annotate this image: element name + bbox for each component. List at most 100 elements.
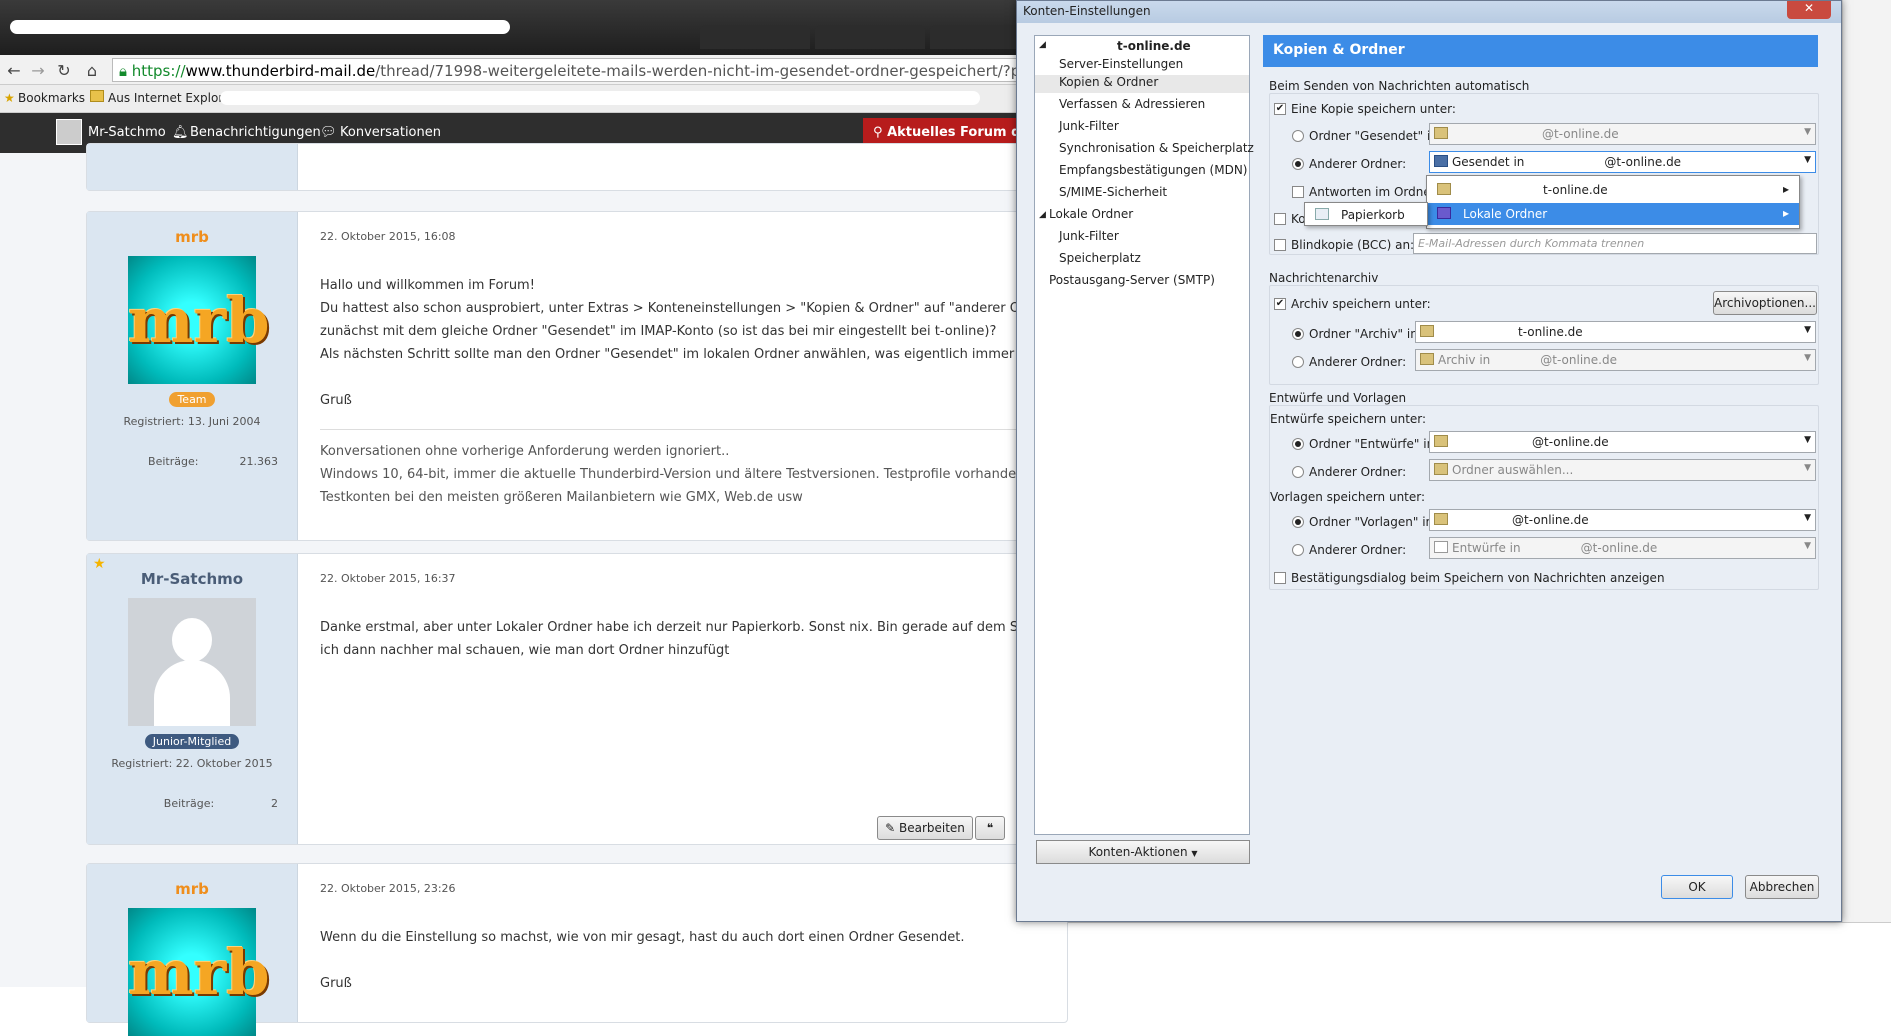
bcc-checkbox[interactable] xyxy=(1274,239,1286,251)
section-title-drafts: Entwürfe und Vorlagen xyxy=(1269,391,1407,405)
tree-item-junk[interactable]: Junk-Filter xyxy=(1059,119,1119,133)
chat-icon[interactable]: 💬︎ xyxy=(320,125,337,140)
tree-item-copies-folders[interactable]: Kopien & Ordner xyxy=(1035,75,1249,93)
address-bar[interactable]: 🔒︎ https://www.thunderbird-mail.de/threa… xyxy=(112,58,1032,82)
archive-checkbox[interactable]: ✔ xyxy=(1274,298,1286,310)
edit-button[interactable]: ✎ Bearbeiten xyxy=(877,816,973,840)
drafts-folder-radio[interactable] xyxy=(1292,438,1304,450)
drafts-other-dropdown[interactable]: Ordner auswählen... ▼ xyxy=(1429,459,1816,481)
other-folder-value: Gesendet in xyxy=(1452,155,1525,169)
tree-item-smtp[interactable]: Postausgang-Server (SMTP) xyxy=(1049,273,1215,287)
templates-other-dropdown[interactable]: Entwürfe in @t-online.de ▼ xyxy=(1429,537,1816,559)
post-date[interactable]: 22. Oktober 2015, 23:26 xyxy=(320,882,456,895)
archive-other-label: Anderer Ordner: xyxy=(1309,355,1407,369)
post-line: Du hattest also schon ausprobiert, unter… xyxy=(320,301,1117,316)
drafts-folder-dropdown[interactable]: @t-online.de ▼ xyxy=(1429,431,1816,453)
registered-date: Registriert: 22. Oktober 2015 xyxy=(111,757,273,770)
menu-item-account[interactable]: t-online.de ▸ xyxy=(1427,179,1799,201)
folder-icon xyxy=(1420,353,1434,365)
menu-item-local-label: Lokale Ordner xyxy=(1463,207,1548,221)
sent-folder-dropdown[interactable]: @t-online.de ▼ xyxy=(1429,123,1816,145)
other-folder-radio[interactable] xyxy=(1292,158,1304,170)
redaction xyxy=(10,20,510,34)
tree-item-mdn[interactable]: Empfangsbestätigungen (MDN) xyxy=(1059,163,1247,177)
reply-folder-checkbox[interactable] xyxy=(1292,186,1304,198)
post-date[interactable]: 22. Oktober 2015, 16:37 xyxy=(320,572,456,585)
redaction xyxy=(1055,40,1117,52)
user-menu-link[interactable]: Mr-Satchmo xyxy=(88,125,166,140)
cancel-button[interactable]: Abbrechen xyxy=(1745,875,1819,899)
post-line: Gruß xyxy=(320,976,352,991)
tree-item-composition[interactable]: Verfassen & Adressieren xyxy=(1059,97,1205,111)
avatar[interactable]: mrb xyxy=(128,256,270,384)
tree-item-server-settings[interactable]: Server-Einstellungen xyxy=(1059,57,1183,71)
mail-account-icon xyxy=(1434,127,1448,139)
post: mrb mrb 22. Oktober 2015, 23:26 Wenn du … xyxy=(86,863,1068,1036)
account-settings-dialog: Konten-Einstellungen ✕ ◢ t-online.de Ser… xyxy=(1016,0,1842,922)
templates-folder-dropdown[interactable]: @t-online.de ▼ xyxy=(1429,509,1816,531)
menu-item-local-folders[interactable]: Lokale Ordner ▸ xyxy=(1427,203,1799,225)
bookmarks-label[interactable]: Bookmarks xyxy=(18,91,85,105)
home-icon[interactable]: ⌂ xyxy=(82,61,102,80)
quote-button[interactable]: ❝ xyxy=(975,816,1005,840)
browser-tab[interactable] xyxy=(700,25,810,49)
signature-line: Testkonten bei den meisten größeren Mail… xyxy=(320,490,803,505)
bcc-input[interactable]: E-Mail-Adressen durch Kommata trennen xyxy=(1413,233,1817,254)
confirm-dialog-label: Bestätigungsdialog beim Speichern von Na… xyxy=(1291,571,1665,585)
author-name[interactable]: Mr-Satchmo xyxy=(87,570,297,588)
templates-other-radio[interactable] xyxy=(1292,544,1304,556)
browser-tab[interactable] xyxy=(815,25,925,49)
expand-icon[interactable]: ◢ xyxy=(1039,40,1046,50)
archive-other-dropdown[interactable]: Archiv in @t-online.de ▼ xyxy=(1415,349,1816,371)
templates-save-label: Vorlagen speichern unter: xyxy=(1270,490,1426,504)
mail-account-icon xyxy=(1434,435,1448,447)
archive-folder-dropdown[interactable]: t-online.de ▼ xyxy=(1415,321,1816,343)
close-button[interactable]: ✕ xyxy=(1787,1,1831,19)
other-folder-dropdown[interactable]: Gesendet in @t-online.de ▼ xyxy=(1429,151,1816,173)
chevron-down-icon: ▼ xyxy=(1804,353,1811,363)
templates-folder-radio[interactable] xyxy=(1292,516,1304,528)
post-body: Hallo und willkommen im Forum! Du hattes… xyxy=(320,274,1117,412)
tree-item-sync[interactable]: Synchronisation & Speicherplatz xyxy=(1059,141,1254,155)
background-window xyxy=(1842,0,1891,987)
archive-label: Archiv speichern unter: xyxy=(1291,297,1431,311)
sent-folder-radio[interactable] xyxy=(1292,130,1304,142)
archive-other-radio[interactable] xyxy=(1292,356,1304,368)
avatar[interactable]: mrb xyxy=(128,908,270,1036)
pane-header: Kopien & Ordner xyxy=(1263,35,1818,67)
notifications-link[interactable]: Benachrichtigungen xyxy=(190,125,321,140)
avatar-logo-text: mrb xyxy=(128,936,270,1009)
confirm-dialog-checkbox[interactable] xyxy=(1274,572,1286,584)
bell-icon[interactable]: 🔔︎ xyxy=(172,125,189,140)
account-actions-button[interactable]: Konten-Aktionen ▼ xyxy=(1036,840,1250,864)
drafts-other-radio[interactable] xyxy=(1292,466,1304,478)
back-icon[interactable]: ← xyxy=(4,61,24,80)
tree-local-folders[interactable]: Lokale Ordner xyxy=(1049,207,1133,221)
post-line: Als nächsten Schritt sollte man den Ordn… xyxy=(320,347,1064,362)
post-date[interactable]: 22. Oktober 2015, 16:08 xyxy=(320,230,456,243)
user-avatar-icon[interactable] xyxy=(56,119,82,145)
tree-item-local-storage[interactable]: Speicherplatz xyxy=(1059,251,1141,265)
tree-account[interactable]: t-online.de xyxy=(1117,39,1191,53)
ok-button[interactable]: OK xyxy=(1661,875,1733,899)
archive-options-button[interactable]: Archivoptionen... xyxy=(1713,291,1817,315)
conversations-link[interactable]: Konversationen xyxy=(340,125,441,140)
post-line: Danke erstmal, aber unter Lokaler Ordner… xyxy=(320,620,1094,635)
author-name[interactable]: mrb xyxy=(87,228,297,246)
save-copy-checkbox[interactable]: ✔ xyxy=(1274,103,1286,115)
forward-icon[interactable]: → xyxy=(28,61,48,80)
tree-item-local-junk[interactable]: Junk-Filter xyxy=(1059,229,1119,243)
copy-checkbox[interactable] xyxy=(1274,213,1286,225)
expand-icon[interactable]: ◢ xyxy=(1039,210,1046,220)
folder-icon xyxy=(1434,155,1448,167)
lock-icon: 🔒︎ xyxy=(119,62,132,80)
reload-icon[interactable]: ↻ xyxy=(54,61,74,80)
archive-folder-label: Ordner "Archiv" in: xyxy=(1309,327,1422,341)
avatar[interactable] xyxy=(128,598,256,726)
author-name[interactable]: mrb xyxy=(87,880,297,898)
tree-item-smime[interactable]: S/MIME-Sicherheit xyxy=(1059,185,1167,199)
archive-folder-radio[interactable] xyxy=(1292,328,1304,340)
templates-other-value: Entwürfe in xyxy=(1452,541,1521,555)
post-line xyxy=(320,366,1117,389)
menu-item-trash[interactable]: Papierkorb xyxy=(1305,204,1427,226)
